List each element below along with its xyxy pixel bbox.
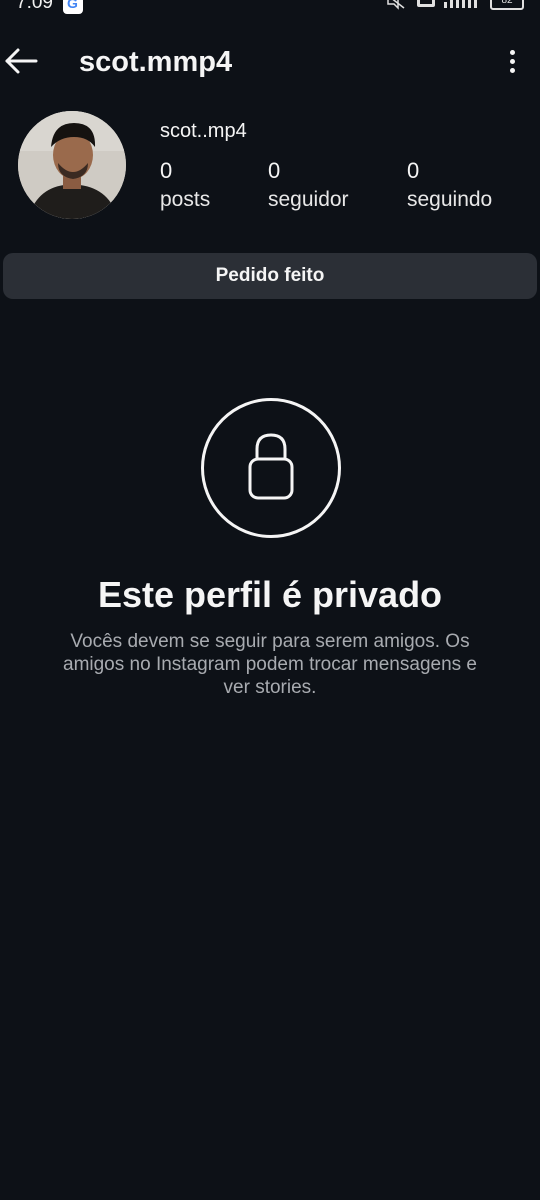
muted-icon (387, 0, 405, 10)
stat-followers[interactable]: 0 seguidor (268, 158, 349, 212)
lock-icon (248, 433, 294, 500)
volte-icon (417, 0, 435, 7)
stat-posts-label: posts (160, 188, 211, 211)
profile-header: scot.mmp4 (0, 38, 540, 86)
private-profile-title: Este perfil é privado (97, 574, 443, 615)
private-profile-description: Vocês devem se seguir para serem amigos.… (63, 631, 477, 698)
header-title: scot.mmp4 (79, 46, 233, 78)
profile-name: scot..mp4 (160, 120, 247, 142)
stat-followers-count: 0 (268, 158, 281, 183)
stat-following-label: seguindo (407, 188, 493, 211)
avatar[interactable] (18, 111, 126, 219)
back-arrow-icon[interactable] (4, 46, 38, 76)
stat-posts[interactable]: 0 posts (160, 158, 210, 212)
avatar-photo (18, 111, 126, 219)
stat-following[interactable]: 0 seguindo (407, 158, 492, 212)
signal-icon (444, 0, 477, 8)
stat-posts-count: 0 (160, 158, 173, 183)
more-vertical-icon[interactable] (506, 46, 518, 76)
status-time: 7:09 (16, 0, 53, 13)
google-icon: G (63, 0, 83, 14)
request-sent-button[interactable]: Pedido feito (3, 253, 537, 299)
stat-followers-label: seguidor (268, 188, 349, 211)
status-bar: 7:09 G 82 (0, 0, 540, 18)
stat-following-count: 0 (407, 158, 420, 183)
lock-circle (201, 398, 341, 538)
battery-icon: 82 (490, 0, 524, 10)
